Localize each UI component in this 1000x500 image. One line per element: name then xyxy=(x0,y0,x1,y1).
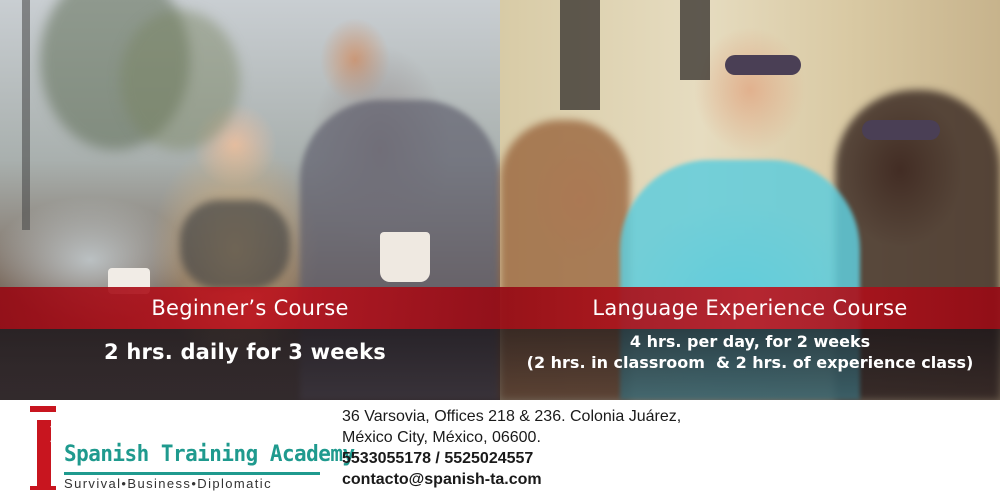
beginner-course-schedule: 2 hrs. daily for 3 weeks xyxy=(104,340,386,364)
phone-numbers[interactable]: 5533055178 / 5525024557 xyxy=(342,448,681,469)
academy-logo-icon xyxy=(30,406,56,490)
brand-name: Spanish Training Academy xyxy=(64,442,355,467)
experience-course-title: Language Experience Course xyxy=(500,287,1000,329)
contact-info: 36 Varsovia, Offices 218 & 236. Colonia … xyxy=(342,406,681,490)
brand-tagline: Survival•Business•Diplomatic xyxy=(64,476,272,491)
footer: Spanish Training Academy Survival•Busine… xyxy=(0,400,1000,500)
hero-banner: Beginner’s Course Language Experience Co… xyxy=(0,0,1000,400)
address-line-1: 36 Varsovia, Offices 218 & 236. Colonia … xyxy=(342,408,682,425)
beginner-course-title: Beginner’s Course xyxy=(0,287,500,329)
email-link[interactable]: contacto@spanish-ta.com xyxy=(342,469,681,490)
sunglasses xyxy=(725,55,801,75)
coffee-cup xyxy=(380,232,430,282)
experience-course-schedule: 4 hrs. per day, for 2 weeks xyxy=(629,332,871,351)
brand-divider xyxy=(64,472,320,475)
experience-course-breakdown: (2 hrs. in classroom & 2 hrs. of experie… xyxy=(526,353,974,372)
address-line-2: México City, México, 06600. xyxy=(342,429,541,446)
sunglasses xyxy=(862,120,940,140)
